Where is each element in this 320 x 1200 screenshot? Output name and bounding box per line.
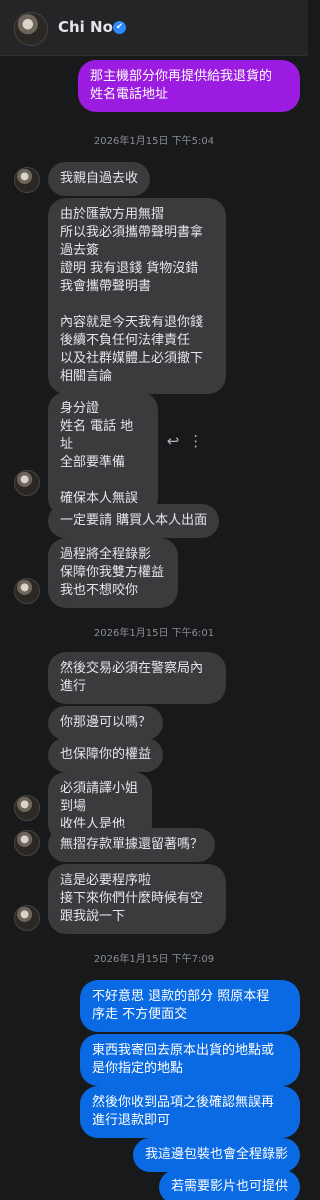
outgoing-message[interactable]: 我這邊包裝也會全程錄影 xyxy=(132,1138,300,1172)
incoming-message[interactable]: 由於匯款方用無摺 所以我必須攜帶聲明書拿 過去簽 證明 我有退錢 貨物沒錯 我會… xyxy=(48,198,226,394)
outgoing-message[interactable]: 那主機部分你再提供給我退貨的 姓名電話地址 xyxy=(78,60,300,112)
contact-avatar-small xyxy=(14,905,40,931)
incoming-message[interactable]: 你那邊可以嗎？ xyxy=(48,706,164,740)
contact-avatar-small xyxy=(14,830,40,856)
contact-avatar-small xyxy=(14,795,40,821)
outgoing-message[interactable]: 不好意思 退款的部分 照原本程 序走 不方便面交 xyxy=(80,980,300,1032)
contact-avatar-small xyxy=(14,167,40,193)
outgoing-message[interactable]: 然後你收到品項之後確認無誤再 進行退款即可 xyxy=(80,1086,300,1138)
contact-avatar[interactable] xyxy=(14,12,48,46)
incoming-message[interactable]: 身分證 姓名 電話 地址 全部要準備 確保本人無誤 xyxy=(48,392,158,516)
incoming-message[interactable]: 過程將全程錄影 保障你我雙方權益 我也不想咬你 xyxy=(48,538,178,608)
timestamp: 2026年1月15日 下午5:04 xyxy=(93,136,215,147)
outgoing-message[interactable]: 若需要影片也可提供 xyxy=(158,1170,300,1200)
verified-badge-icon: ✔ xyxy=(113,21,126,34)
incoming-message[interactable]: 然後交易必須在警察局內 進行 xyxy=(48,652,226,704)
incoming-message[interactable]: 一定要請 購買人本人出面 xyxy=(48,504,220,538)
chat-header: Chi No ✔ xyxy=(0,0,308,56)
timestamp: 2026年1月15日 下午6:01 xyxy=(93,628,215,639)
reply-icon[interactable]: ↩ xyxy=(164,432,182,450)
contact-avatar-small xyxy=(14,470,40,496)
incoming-message[interactable]: 無摺存款單據還留著嗎？ xyxy=(48,828,216,862)
outgoing-message[interactable]: 東西我寄回去原本出貨的地點或 是你指定的地點 xyxy=(80,1034,300,1086)
timestamp: 2026年1月15日 下午7:09 xyxy=(93,954,215,965)
contact-avatar-small xyxy=(14,578,40,604)
message-actions: ↩ ⋮ xyxy=(164,432,205,450)
incoming-message[interactable]: 這是必要程序啦 接下來你們什麼時候有空 跟我說一下 xyxy=(48,864,226,934)
incoming-message[interactable]: 我親自過去收 xyxy=(48,162,151,196)
contact-name[interactable]: Chi No xyxy=(58,18,113,36)
more-options-icon[interactable]: ⋮ xyxy=(187,432,205,450)
incoming-message[interactable]: 也保障你的權益 xyxy=(48,738,164,772)
